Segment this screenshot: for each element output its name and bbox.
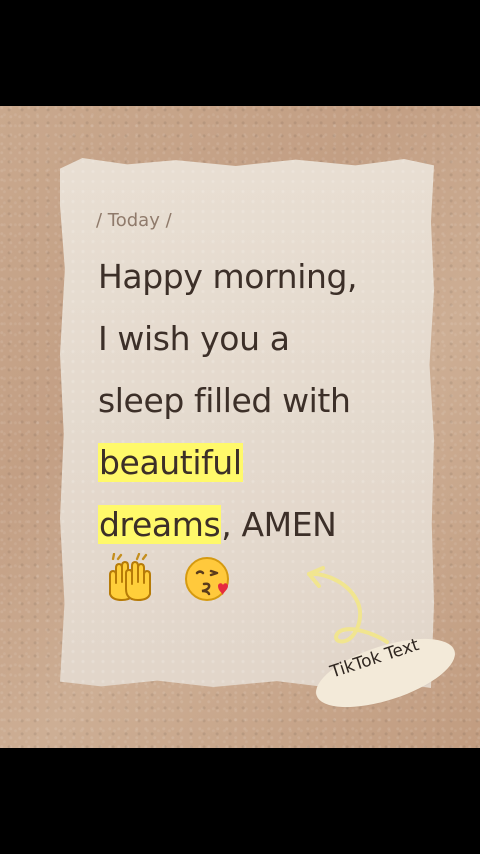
message-line-3: sleep filled with bbox=[98, 381, 351, 420]
kissing-face-with-heart-icon bbox=[185, 557, 229, 601]
highlight-beautiful: beautiful bbox=[98, 443, 243, 482]
raising-hands-icon bbox=[109, 553, 151, 601]
message-text: Happy morning, I wish you a sleep filled… bbox=[98, 246, 398, 556]
curved-arrow-icon bbox=[307, 566, 389, 644]
message-line-1: Happy morning, bbox=[98, 257, 358, 296]
highlight-dreams: dreams bbox=[98, 505, 222, 544]
screen: / Today / Happy morning, I wish you a sl… bbox=[0, 0, 480, 854]
message-line-2: I wish you a bbox=[98, 319, 290, 358]
emoji-row bbox=[100, 553, 260, 609]
message-line-4: beautiful bbox=[98, 432, 398, 494]
today-label: / Today / bbox=[96, 210, 172, 231]
message-line-5: dreams, AMEN bbox=[98, 494, 398, 556]
message-line-5-rest: , AMEN bbox=[221, 505, 337, 544]
